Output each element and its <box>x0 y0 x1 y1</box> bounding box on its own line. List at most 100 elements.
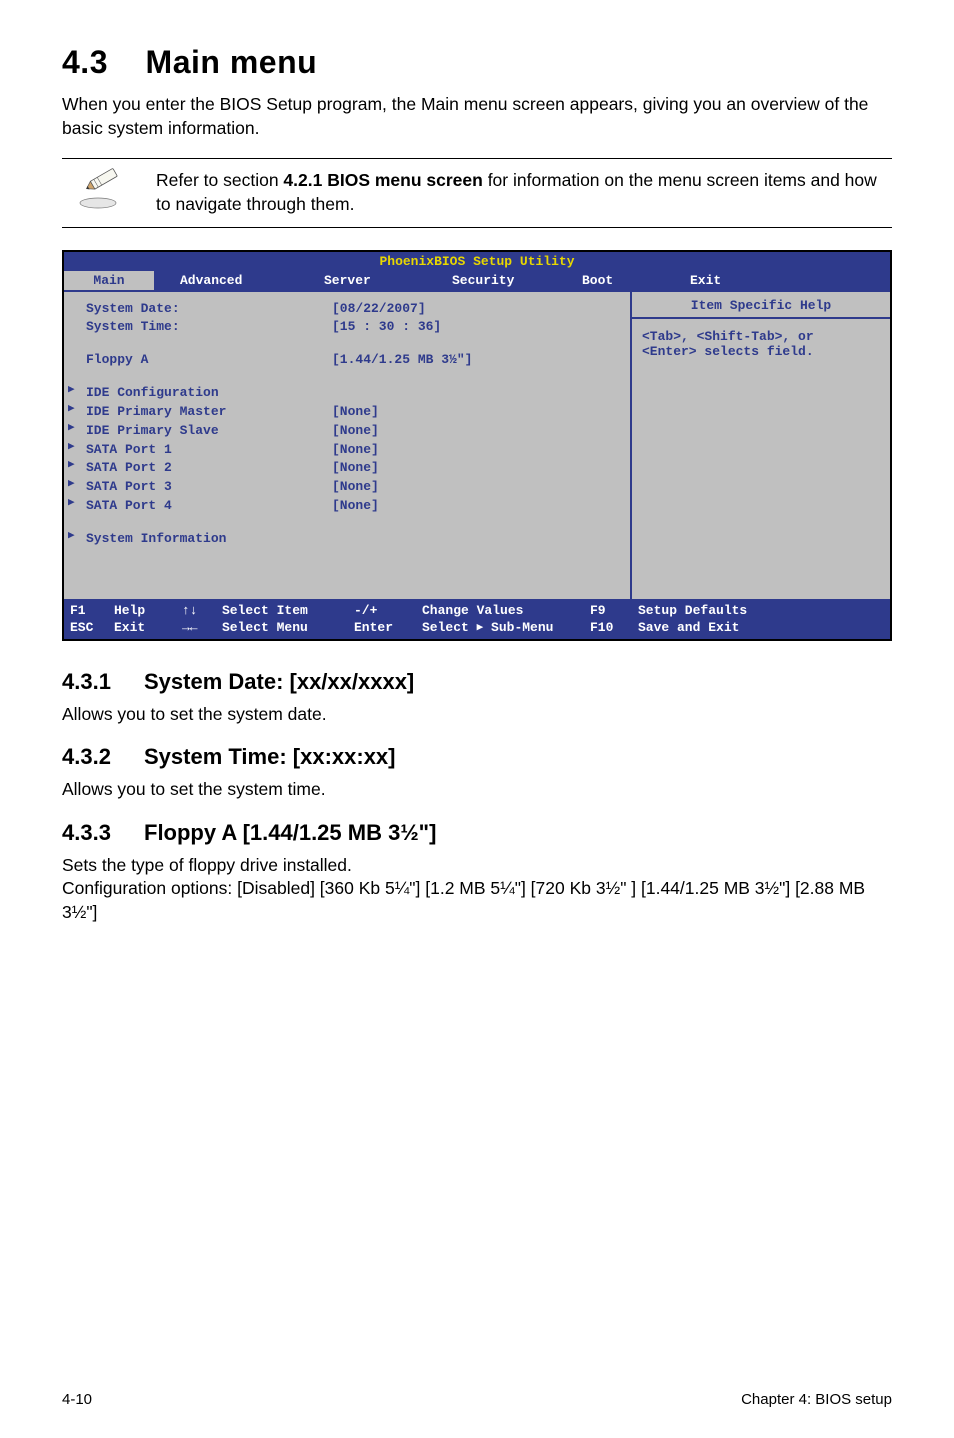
bios-row-item[interactable]: ▶IDE Primary Slave[None] <box>68 422 630 441</box>
heading-number: 4.3 <box>62 44 108 80</box>
bios-arrow-blank <box>68 300 86 319</box>
subsection-number: 4.3.2 <box>62 744 144 770</box>
bios-row-floppy[interactable]: Floppy A [1.44/1.25 MB 3½"] <box>68 351 630 370</box>
bios-help-header: Item Specific Help <box>632 292 890 319</box>
triangle-right-icon: ▶ <box>68 402 86 421</box>
bios-row-date[interactable]: System Date: [08/22/2007] <box>68 300 630 319</box>
bios-row-item[interactable]: ▶SATA Port 3[None] <box>68 478 630 497</box>
pencil-note-icon <box>78 167 130 214</box>
bios-label: SATA Port 2 <box>86 459 332 478</box>
subsection-title: System Date: [xx/xx/xxxx] <box>144 669 414 695</box>
bios-label: IDE Primary Slave <box>86 422 332 441</box>
note-block: Refer to section 4.2.1 BIOS menu screen … <box>62 169 892 216</box>
bios-label: SATA Port 1 <box>86 441 332 460</box>
subsection-title: Floppy A [1.44/1.25 MB 3½"] <box>144 820 436 846</box>
bios-label: System Date: <box>86 300 332 319</box>
footer-desc: Change Values <box>422 603 590 620</box>
bios-help-line2: <Enter> selects field. <box>642 344 880 359</box>
bios-value: [None] <box>332 497 630 516</box>
bios-row-item[interactable]: ▶IDE Primary Master[None] <box>68 403 630 422</box>
arrow-right-left-icon: →← <box>182 620 222 637</box>
subsection-heading: 4.3.1System Date: [xx/xx/xxxx] <box>62 669 892 695</box>
footer-desc: Save and Exit <box>638 620 884 637</box>
page-footer: 4-10 Chapter 4: BIOS setup <box>0 1391 954 1408</box>
bios-menu-bar: Main Advanced Server Security Boot Exit <box>64 271 890 290</box>
arrow-up-down-icon: ↑↓ <box>182 603 222 620</box>
bios-row-item[interactable]: ▶IDE Configuration <box>68 384 630 403</box>
triangle-right-icon: ▶ <box>68 440 86 459</box>
subsection-heading: 4.3.2System Time: [xx:xx:xx] <box>62 744 892 770</box>
bios-value: [08/22/2007] <box>332 300 630 319</box>
subsection-number: 4.3.1 <box>62 669 144 695</box>
bios-row-sysinfo[interactable]: ▶ System Information <box>68 530 630 549</box>
footer-desc: Setup Defaults <box>638 603 884 620</box>
subsection-title: System Time: [xx:xx:xx] <box>144 744 396 770</box>
bios-row-item[interactable]: ▶SATA Port 4[None] <box>68 497 630 516</box>
bios-menu-main[interactable]: Main <box>64 271 154 290</box>
triangle-right-icon: ▶ <box>68 496 86 515</box>
bios-menu-server[interactable]: Server <box>308 271 436 290</box>
bios-menu-advanced[interactable]: Advanced <box>154 271 308 290</box>
footer-key: F1 <box>70 603 114 620</box>
bios-title: PhoenixBIOS Setup Utility <box>64 252 890 271</box>
bios-label: IDE Configuration <box>86 384 332 403</box>
bios-label: System Time: <box>86 318 332 337</box>
heading-title: Main menu <box>146 44 318 80</box>
subsection-number: 4.3.3 <box>62 820 144 846</box>
bios-row-time[interactable]: System Time: [15 : 30 : 36] <box>68 318 630 337</box>
bios-label: Floppy A <box>86 351 332 370</box>
bios-label: System Information <box>86 530 332 549</box>
bios-help-pane: Item Specific Help <Tab>, <Shift-Tab>, o… <box>630 290 890 599</box>
bios-value: [None] <box>332 403 630 422</box>
footer-desc: Select Menu <box>222 620 354 637</box>
bios-value: [None] <box>332 441 630 460</box>
bios-label: IDE Primary Master <box>86 403 332 422</box>
bios-value: [None] <box>332 459 630 478</box>
bios-label: SATA Port 3 <box>86 478 332 497</box>
footer-key: F10 <box>590 620 638 637</box>
footer-key: ESC <box>70 620 114 637</box>
section-heading: 4.3 Main menu <box>62 44 892 81</box>
subsection-heading: 4.3.3Floppy A [1.44/1.25 MB 3½"] <box>62 820 892 846</box>
bios-screenshot: PhoenixBIOS Setup Utility Main Advanced … <box>62 250 892 641</box>
footer-desc: Select Item <box>222 603 354 620</box>
footer-action: Help <box>114 603 182 620</box>
bios-row-item[interactable]: ▶SATA Port 2[None] <box>68 459 630 478</box>
triangle-right-icon: ▶ <box>68 421 86 440</box>
divider <box>62 227 892 228</box>
footer-key: Enter <box>354 620 422 637</box>
subsection-body: Allows you to set the system date. <box>62 703 892 727</box>
note-text: Refer to section 4.2.1 BIOS menu screen … <box>156 169 892 216</box>
divider <box>62 158 892 159</box>
bios-value: [1.44/1.25 MB 3½"] <box>332 351 630 370</box>
footer-key: F9 <box>590 603 638 620</box>
subsection-body: Allows you to set the system time. <box>62 778 892 802</box>
bios-label: SATA Port 4 <box>86 497 332 516</box>
subsection-body: Sets the type of floppy drive installed.… <box>62 854 892 925</box>
note-bold: 4.2.1 BIOS menu screen <box>283 170 482 190</box>
chapter-label: Chapter 4: BIOS setup <box>741 1391 892 1408</box>
intro-paragraph: When you enter the BIOS Setup program, t… <box>62 93 892 140</box>
footer-key: -/+ <box>354 603 422 620</box>
bios-menu-security[interactable]: Security <box>436 271 572 290</box>
note-prefix: Refer to section <box>156 170 283 190</box>
bios-menu-boot[interactable]: Boot <box>572 271 676 290</box>
footer-desc: Select ▶ Sub-Menu <box>422 620 590 637</box>
bios-row-item[interactable]: ▶SATA Port 1[None] <box>68 441 630 460</box>
triangle-right-icon: ▶ <box>68 458 86 477</box>
bios-menu-exit[interactable]: Exit <box>676 271 890 290</box>
triangle-right-icon: ▶ <box>68 383 86 402</box>
bios-footer: F1 Help ↑↓ Select Item -/+ Change Values… <box>64 599 890 639</box>
page-number: 4-10 <box>62 1391 92 1408</box>
bios-value: [None] <box>332 422 630 441</box>
triangle-right-icon: ▶ <box>477 622 484 634</box>
bios-help-line1: <Tab>, <Shift-Tab>, or <box>642 329 880 344</box>
bios-value <box>332 384 630 403</box>
triangle-right-icon: ▶ <box>68 477 86 496</box>
bios-left-pane: System Date: [08/22/2007] System Time: [… <box>64 290 630 599</box>
triangle-right-icon: ▶ <box>68 529 86 548</box>
footer-action: Exit <box>114 620 182 637</box>
bios-value: [15 : 30 : 36] <box>332 318 630 337</box>
bios-value: [None] <box>332 478 630 497</box>
bios-body: System Date: [08/22/2007] System Time: [… <box>64 290 890 599</box>
